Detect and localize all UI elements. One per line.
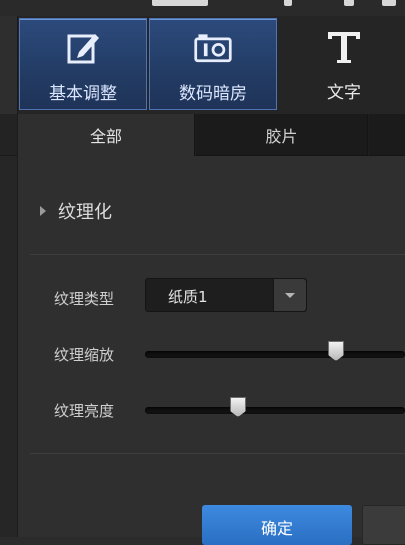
edit-pencil-icon [63, 29, 103, 67]
tool-label: 基本调整 [49, 84, 117, 104]
rail-header [0, 114, 17, 156]
section-title: 纹理化 [58, 202, 112, 223]
texture-scale-slider[interactable] [145, 341, 405, 361]
window-control-fragment[interactable] [344, 0, 354, 6]
tool-label: 文字 [327, 83, 361, 103]
tool-text[interactable]: 文字 [280, 18, 405, 110]
confirm-button[interactable]: 确定 [202, 505, 352, 545]
tool-basic-adjust[interactable]: 基本调整 [19, 18, 147, 110]
panel-tabs: 全部 胶片 [18, 114, 405, 156]
tool-label: 数码暗房 [179, 84, 247, 104]
expand-arrow-icon[interactable] [40, 206, 46, 216]
section-texturize[interactable]: 纹理化 [40, 198, 112, 224]
window-top-strip [0, 0, 405, 16]
tab-all[interactable]: 全部 [18, 114, 195, 156]
slider-track[interactable] [145, 351, 405, 358]
camera-icon [193, 29, 233, 67]
main-toolbar: 基本调整 数码暗房 文字 [0, 16, 405, 115]
tab-more[interactable] [369, 114, 405, 156]
texture-brightness-slider[interactable] [145, 397, 405, 417]
window-control-fragment[interactable] [382, 0, 396, 6]
texture-scale-label: 纹理缩放 [54, 346, 115, 364]
texture-type-select[interactable]: 纸质1 [145, 278, 307, 312]
window-title-fragment [152, 0, 208, 6]
texture-type-label: 纹理类型 [54, 290, 115, 308]
toolbar-left-rail [0, 16, 18, 114]
dropdown-button[interactable] [273, 279, 306, 311]
chevron-down-icon [285, 292, 295, 298]
texture-brightness-label: 纹理亮度 [54, 402, 115, 420]
texture-type-value: 纸质1 [168, 288, 208, 306]
slider-track[interactable] [145, 407, 405, 414]
divider [30, 254, 405, 255]
tool-digital-darkroom[interactable]: 数码暗房 [149, 18, 277, 110]
text-T-icon [324, 28, 364, 66]
divider [30, 453, 405, 454]
cancel-button[interactable] [362, 505, 405, 545]
adjust-panel: 全部 胶片 纹理化 纹理类型 纹理缩放 纹理亮度 [0, 114, 405, 537]
window-control-fragment[interactable] [284, 0, 292, 6]
tab-film[interactable]: 胶片 [196, 114, 368, 156]
panel-left-rail [0, 114, 18, 537]
